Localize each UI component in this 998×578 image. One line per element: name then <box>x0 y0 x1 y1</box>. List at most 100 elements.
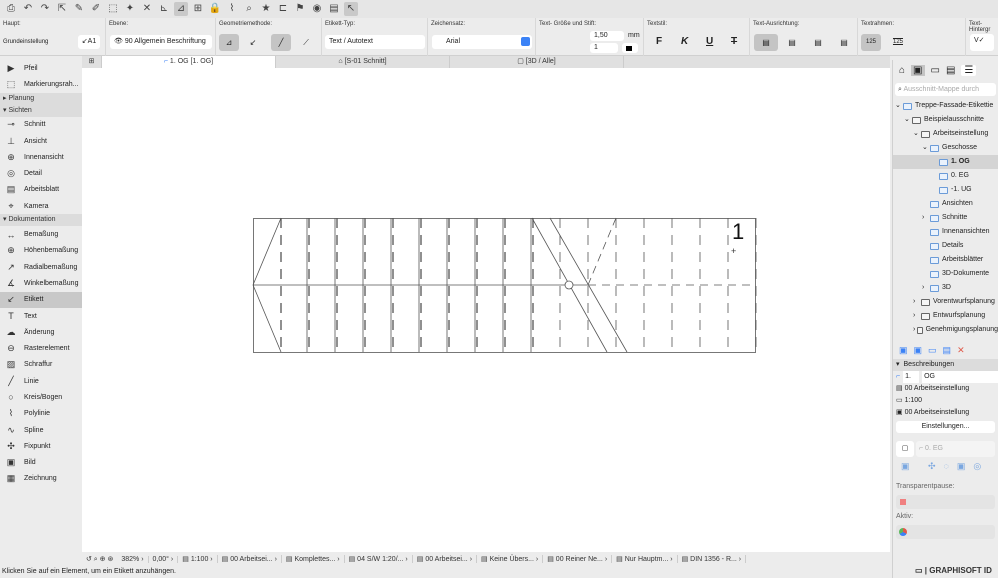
tree-item[interactable]: Details <box>893 239 998 253</box>
tool-pfeil[interactable]: ▶ Pfeil <box>0 60 82 76</box>
align-left-button[interactable]: ▤ <box>754 34 778 51</box>
tool-zeichnung[interactable]: ▦ Zeichnung <box>0 471 82 487</box>
tab-1-og[interactable]: ⌐ 1. OG [1. OG] <box>102 56 276 68</box>
status-item[interactable]: ▤ Keine Übers... › <box>477 555 544 563</box>
tool-etikett[interactable]: ↙ Etikett <box>0 291 82 308</box>
properties-icon[interactable]: ▤ <box>943 345 952 355</box>
tool-fixpunkt[interactable]: ✣ Fixpunkt <box>0 438 82 454</box>
measure-icon[interactable]: ⌕ <box>242 2 256 16</box>
stair-start-circle[interactable] <box>564 280 574 290</box>
lock-icon[interactable]: 🔒 <box>208 2 222 16</box>
layout-book-icon[interactable]: ▭ <box>931 65 940 76</box>
redo-icon[interactable]: ↷ <box>38 2 52 16</box>
undo-icon[interactable]: ↶ <box>21 2 35 16</box>
section-dokumentation[interactable]: ▾ Dokumentation <box>0 214 82 227</box>
italic-button[interactable]: K <box>681 36 688 47</box>
flag-icon[interactable]: ⚑ <box>293 2 307 16</box>
tool-markierungsrah-[interactable]: ⬚ Markierungsrah... <box>0 76 82 92</box>
guide-icon[interactable]: ⊿ <box>174 2 188 16</box>
zoom-controls[interactable]: ↺ ⌕ ⊕ ⊛ <box>82 555 117 564</box>
label-type-select[interactable]: Text / Autotext <box>325 35 425 49</box>
pipette-icon[interactable]: ✎ <box>72 2 86 16</box>
settings-button[interactable]: Einstellungen... <box>896 421 995 433</box>
tree-item[interactable]: -1. UG <box>893 183 998 197</box>
tab-section[interactable]: ⌂ [S-01 Schnitt] <box>276 56 450 68</box>
graphisoft-id[interactable]: ▭ | GRAPHISOFT ID <box>892 564 998 578</box>
grid-icon[interactable]: ⊞ <box>191 2 205 16</box>
tool-spline[interactable]: ∿ Spline <box>0 422 82 438</box>
tool-polylinie[interactable]: ⌇ Polylinie <box>0 406 82 422</box>
syringe-icon[interactable]: ✐ <box>89 2 103 16</box>
tree-item[interactable]: 0. EG <box>893 169 998 183</box>
tab-3d[interactable]: ▢ [3D / Alle] <box>450 56 624 68</box>
status-item[interactable]: 382% › <box>117 555 149 563</box>
strikethrough-button[interactable]: T <box>731 36 737 47</box>
tree-item[interactable]: Arbeitsblätter <box>893 253 998 267</box>
stair-start[interactable] <box>252 284 282 353</box>
new-folder-icon[interactable]: ▭ <box>928 345 937 355</box>
break-line[interactable] <box>587 217 617 286</box>
tree-item[interactable]: › 3D <box>893 281 998 295</box>
navigator-search[interactable]: ⌕ Ausschnitt-Mappe durch <box>895 83 996 96</box>
pen-input[interactable]: 1 <box>590 43 618 53</box>
tree-item[interactable]: › Genehmigungsplanung <box>893 323 998 337</box>
pen-color-swatch[interactable] <box>622 43 638 53</box>
tree-item[interactable]: › Entwurfsplanung <box>893 309 998 323</box>
publisher-icon[interactable]: ▤ <box>946 65 955 76</box>
tool-detail[interactable]: ◎ Detail <box>0 165 82 181</box>
cross-icon[interactable]: ✕ <box>140 2 154 16</box>
status-item[interactable]: ▤ 00 Arbeitsei... › <box>413 555 478 563</box>
text-background-button[interactable]: V✓ <box>970 34 994 51</box>
tool-innenansicht[interactable]: ⊕ Innenansicht <box>0 149 82 165</box>
tool-arbeitsblatt[interactable]: ▤ Arbeitsblatt <box>0 182 82 198</box>
tool-kreis-bogen[interactable]: ○ Kreis/Bogen <box>0 389 82 405</box>
arrow-icon[interactable]: ⇱ <box>55 2 69 16</box>
geometry-method-3[interactable]: ╱ <box>271 34 291 51</box>
tree-item[interactable]: 1. OG <box>893 155 998 169</box>
eye-icon[interactable]: ◉ <box>310 2 324 16</box>
status-item[interactable]: ▤ 04 S/W 1:20/... › <box>345 555 413 563</box>
tool-bild[interactable]: ▣ Bild <box>0 455 82 471</box>
disclosure-icon[interactable]: ⌄ <box>904 113 912 127</box>
tree-item[interactable]: ⌄ Arbeitseinstellung <box>893 127 998 141</box>
tool-settings-button[interactable]: ↙A1 <box>78 35 100 49</box>
geometry-method-1[interactable]: ⊿ <box>219 34 239 51</box>
tool-schraffur[interactable]: ▨ Schraffur <box>0 357 82 373</box>
section-planung[interactable]: ▸ Planung <box>0 92 82 105</box>
view-name-input[interactable]: OG <box>922 371 998 383</box>
disclosure-icon[interactable]: › <box>922 211 930 225</box>
tree-item[interactable]: ⌄ Beispielausschnitte <box>893 113 998 127</box>
underline-button[interactable]: U <box>706 36 713 47</box>
geometry-method-4[interactable]: ⟋ <box>296 34 316 51</box>
tree-item[interactable]: Ansichten <box>893 197 998 211</box>
tool-kamera[interactable]: ⌖ Kamera <box>0 198 82 214</box>
bold-button[interactable]: F <box>656 36 662 47</box>
status-item[interactable]: ▤ DIN 1356 - R... › <box>678 555 747 563</box>
delete-icon[interactable]: ✕ <box>957 345 965 355</box>
tool-radialbemaßung[interactable]: ↗ Radialbemaßung <box>0 259 82 275</box>
layers-icon[interactable]: ▤ <box>327 2 341 16</box>
transparency-slider[interactable] <box>896 495 995 509</box>
new-view-icon[interactable]: ▣ <box>899 345 908 355</box>
tool-höhenbemaßung[interactable]: ⊕ Höhenbemaßung <box>0 243 82 259</box>
section-sichten[interactable]: ▾ Sichten <box>0 104 82 117</box>
reference-select[interactable]: ⌐ 0. EG <box>916 441 995 457</box>
tree-item[interactable]: › Schnitte <box>893 211 998 225</box>
trace-tools[interactable]: ▣ ✣◌▣◎ <box>893 457 998 473</box>
tool-ansicht[interactable]: ⊥ Ansicht <box>0 133 82 149</box>
snap-icon[interactable]: ⊾ <box>157 2 171 16</box>
disclosure-icon[interactable]: › <box>913 309 921 323</box>
stair-start[interactable] <box>252 217 282 286</box>
project-map-icon[interactable]: ⌂ <box>899 65 905 76</box>
view-id-input[interactable]: 1. <box>903 371 920 383</box>
marquee-icon[interactable]: ⬚ <box>106 2 120 16</box>
tree-item[interactable]: Innenansichten <box>893 225 998 239</box>
magic-wand-icon[interactable]: ✦ <box>123 2 137 16</box>
disclosure-icon[interactable]: › <box>922 281 930 295</box>
trim-icon[interactable]: ⌇ <box>225 2 239 16</box>
frame-off-button[interactable]: 125 <box>861 34 881 51</box>
text-size-input[interactable]: 1,50 <box>590 31 624 41</box>
layer-select[interactable]: 👁 90 Allgemein Beschriftung <box>110 35 212 49</box>
disclosure-icon[interactable]: ⌄ <box>913 127 921 141</box>
status-item[interactable]: ▤ 1:100 › <box>178 555 218 563</box>
